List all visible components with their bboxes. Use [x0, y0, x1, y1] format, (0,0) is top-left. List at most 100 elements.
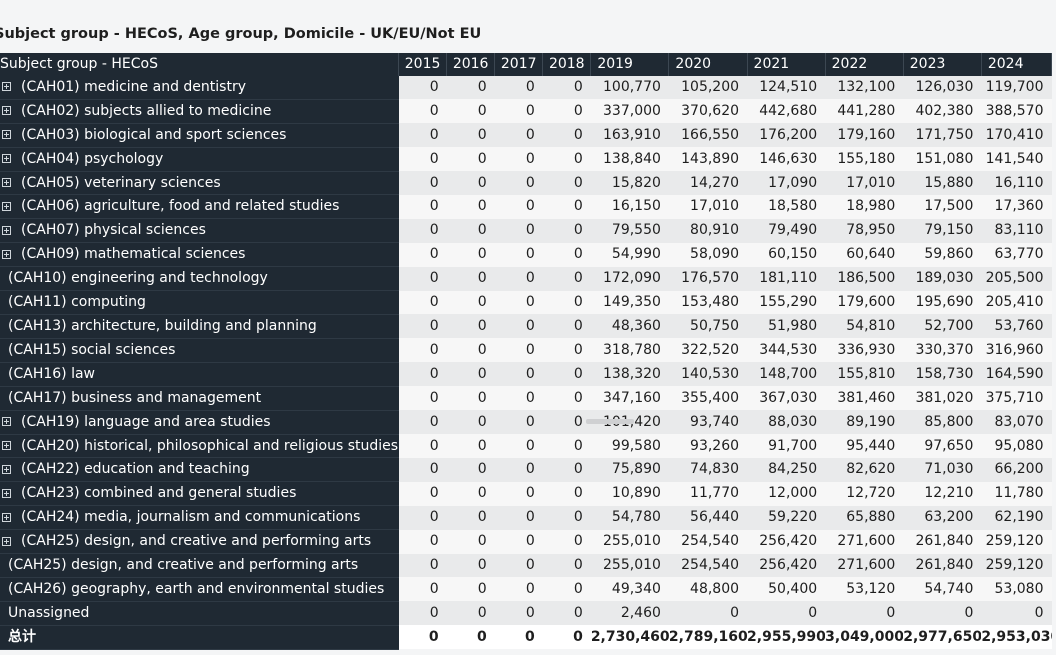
- table-row: (CAH02) subjects allied to medicine 0 0 0 0 3…: [0, 99, 1052, 124]
- row-label: (CAH25) design, and creative and perform…: [8, 557, 359, 574]
- value-cell: 2,789,160: [668, 625, 748, 650]
- plus-box-icon[interactable]: [2, 178, 11, 188]
- value-cell: 0: [981, 601, 1052, 626]
- value-cell: 0: [446, 601, 495, 626]
- year-header[interactable]: 2023: [903, 53, 982, 76]
- value-cell: 259,120: [981, 529, 1052, 554]
- year-header[interactable]: 2019: [590, 53, 670, 76]
- value-cell: 0: [446, 338, 495, 363]
- value-cell: 17,010: [825, 171, 904, 195]
- year-header[interactable]: 2015: [398, 53, 448, 76]
- value-cell: 79,490: [747, 218, 826, 243]
- value-cell: 0: [446, 577, 495, 602]
- value-cell: 0: [398, 314, 447, 339]
- plus-box-icon[interactable]: [2, 106, 11, 116]
- value-cell: 337,000: [590, 99, 669, 124]
- value-cell: 17,500: [903, 194, 982, 219]
- plus-box-icon[interactable]: [2, 441, 11, 450]
- value-cell: 0: [398, 553, 447, 578]
- value-cell: 0: [446, 99, 495, 124]
- value-cell: 0: [398, 123, 447, 148]
- value-cell: 0: [494, 266, 543, 291]
- row-label-cell: (CAH05) veterinary sciences: [0, 171, 399, 196]
- plus-box-icon[interactable]: [2, 488, 11, 498]
- value-cell: 10,890: [590, 481, 669, 506]
- value-cell: 0: [494, 290, 543, 315]
- value-cell: 3,049,000: [825, 625, 904, 650]
- year-header[interactable]: 2020: [668, 53, 748, 76]
- value-cell: 138,840: [590, 147, 669, 172]
- value-cell: 0: [446, 386, 495, 411]
- value-cell: 0: [494, 362, 543, 387]
- value-cell: 93,740: [668, 410, 748, 434]
- row-label-cell: (CAH15) social sciences: [0, 338, 399, 363]
- plus-box-icon[interactable]: [2, 464, 11, 474]
- value-cell: 0: [542, 218, 591, 243]
- table-row: (CAH24) media, journalism and communicat…: [0, 505, 1052, 531]
- value-cell: 381,020: [903, 386, 982, 411]
- value-cell: 0: [398, 99, 447, 124]
- value-cell: 370,620: [668, 99, 748, 124]
- value-cell: 381,460: [825, 386, 904, 411]
- value-cell: 146,630: [747, 147, 826, 172]
- plus-box-icon[interactable]: [2, 82, 11, 92]
- value-cell: 0: [398, 481, 447, 506]
- value-cell: 0: [494, 242, 543, 267]
- year-header[interactable]: 2018: [542, 53, 592, 76]
- value-cell: 256,420: [747, 553, 826, 578]
- value-cell: 0: [668, 601, 748, 626]
- table-row: Unassigned 0 0 0 0 2,460 0 0 0 0 0: [0, 601, 1052, 626]
- plus-box-icon[interactable]: [2, 130, 11, 140]
- value-cell: 164,590: [981, 362, 1052, 387]
- value-cell: 0: [494, 314, 543, 339]
- plus-box-icon[interactable]: [2, 249, 11, 259]
- year-header[interactable]: 2017: [494, 53, 544, 76]
- year-header[interactable]: 2021: [747, 53, 826, 76]
- value-cell: 0: [542, 553, 591, 578]
- value-cell: 0: [542, 266, 591, 291]
- value-cell: 97,650: [903, 434, 982, 458]
- value-cell: 0: [494, 147, 543, 172]
- value-cell: 63,200: [903, 505, 982, 530]
- value-cell: 0: [446, 362, 495, 387]
- value-cell: 158,730: [903, 362, 982, 387]
- plus-box-icon[interactable]: [2, 512, 11, 522]
- value-cell: 91,700: [747, 434, 826, 458]
- row-label-cell: (CAH06) agriculture, food and related st…: [0, 194, 399, 220]
- value-cell: 0: [446, 171, 495, 195]
- plus-box-icon[interactable]: [2, 154, 11, 164]
- plus-box-icon[interactable]: [2, 201, 11, 211]
- value-cell: 53,120: [825, 577, 904, 602]
- row-label: (CAH25) design, and creative and perform…: [21, 533, 372, 550]
- value-cell: 0: [446, 123, 495, 148]
- row-label-header[interactable]: Subject group - HECoS: [0, 53, 400, 76]
- year-header[interactable]: 2024: [981, 53, 1053, 76]
- value-cell: 0: [446, 553, 495, 578]
- value-cell: 15,880: [903, 171, 982, 195]
- year-header[interactable]: 2022: [825, 53, 904, 76]
- value-cell: 367,030: [747, 386, 826, 411]
- row-label: (CAH07) physical sciences: [21, 222, 206, 239]
- value-cell: 58,090: [668, 242, 748, 267]
- value-cell: 60,150: [747, 242, 826, 267]
- value-cell: 0: [825, 601, 904, 626]
- value-cell: 79,550: [590, 218, 669, 243]
- value-cell: 124,510: [747, 75, 826, 100]
- value-cell: 18,580: [747, 194, 826, 219]
- value-cell: 0: [542, 314, 591, 339]
- value-cell: 261,840: [903, 529, 982, 554]
- value-cell: 85,800: [903, 410, 982, 434]
- value-cell: 271,600: [825, 553, 904, 578]
- horizontal-scroll-indicator[interactable]: [586, 419, 634, 424]
- year-header[interactable]: 2016: [446, 53, 496, 76]
- value-cell: 62,190: [981, 505, 1052, 530]
- row-label-cell: (CAH25) design, and creative and perform…: [0, 529, 399, 555]
- row-label: (CAH03) biological and sport sciences: [21, 126, 287, 143]
- plus-box-icon[interactable]: [2, 536, 11, 546]
- row-label-cell: (CAH17) business and management: [0, 386, 399, 411]
- plus-box-icon[interactable]: [2, 225, 11, 235]
- plus-box-icon[interactable]: [2, 417, 11, 427]
- value-cell: 0: [494, 123, 543, 148]
- row-label-cell: Unassigned: [0, 601, 399, 626]
- value-cell: 0: [398, 434, 447, 458]
